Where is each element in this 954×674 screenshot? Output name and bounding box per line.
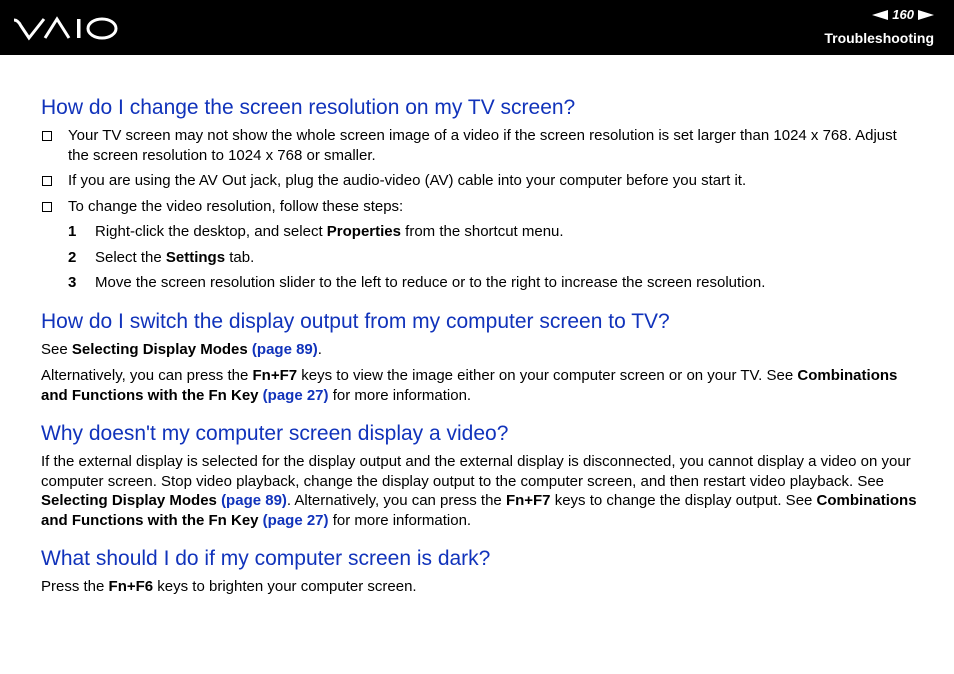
page-link[interactable]: (page 27) (263, 387, 329, 404)
page-link[interactable]: (page 27) (263, 512, 329, 529)
paragraph: See Selecting Display Modes (page 89). (41, 340, 322, 358)
bullet-box-icon (42, 131, 52, 141)
page-number: 160 (892, 7, 914, 22)
bullet-box-icon (42, 176, 52, 186)
section-title: Troubleshooting (824, 30, 934, 46)
page-link[interactable]: (page 89) (252, 341, 318, 358)
bullet-box-icon (42, 201, 52, 212)
step-number: 2 (68, 248, 77, 266)
paragraph: Press the Fn+F6 keys to brighten your co… (41, 578, 417, 595)
next-page-arrow-icon[interactable] (918, 9, 934, 20)
page-content: How do I change the screen resolution on… (41, 95, 921, 597)
vaio-logo (13, 16, 118, 41)
step-item: 1 Right-click the desktop, and select Pr… (68, 223, 564, 240)
heading-tv-resolution: How do I change the screen resolution on… (41, 96, 576, 119)
bullet-item: If you are using the AV Out jack, plug t… (41, 171, 921, 191)
step-item: 3 Move the screen resolution slider to t… (68, 274, 766, 291)
paragraph: If the external display is selected for … (41, 453, 917, 529)
heading-dark-screen: What should I do if my computer screen i… (41, 547, 491, 570)
page-link[interactable]: (page 89) (221, 492, 287, 509)
bullet-item: To change the video resolution, follow t… (41, 197, 921, 217)
heading-switch-display: How do I switch the display output from … (41, 309, 670, 333)
paragraph: Alternatively, you can press the Fn+F7 k… (41, 367, 898, 404)
previous-page-arrow-icon[interactable] (872, 9, 889, 20)
bullet-item: Your TV screen may not show the whole sc… (41, 126, 921, 165)
page-navigation: 160 (872, 7, 934, 22)
heading-video-display: Why doesn't my computer screen display a… (41, 422, 509, 445)
step-item: 2 Select the Settings tab. (68, 248, 255, 266)
step-number: 3 (68, 274, 77, 291)
step-number: 1 (68, 223, 77, 240)
header-bar: 160 Troubleshooting (0, 0, 954, 55)
